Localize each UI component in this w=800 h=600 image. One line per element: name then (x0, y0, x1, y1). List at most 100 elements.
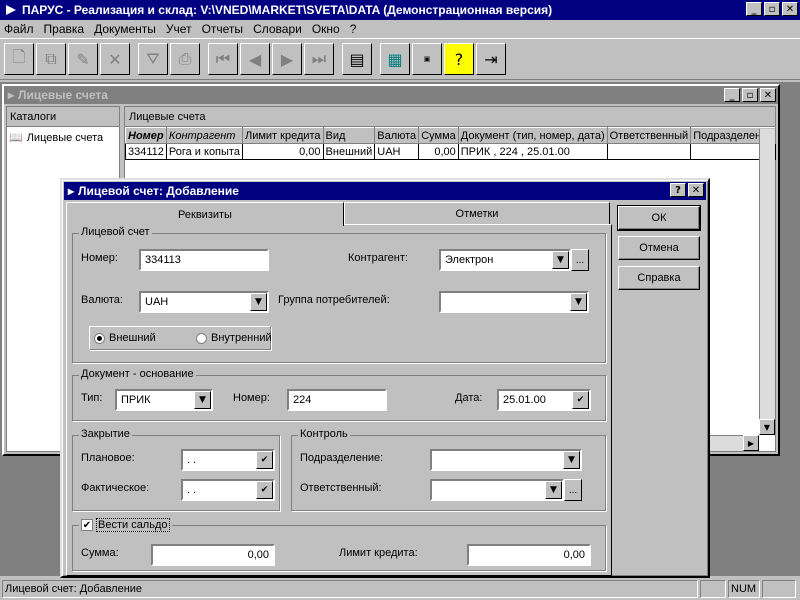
number-field[interactable]: 334113 (139, 249, 269, 271)
app-icon (6, 5, 16, 15)
ok-button[interactable]: ОК (617, 205, 701, 231)
doc-date-field[interactable]: 25.01.00 ✔ (497, 389, 591, 411)
col-number[interactable]: Номер (125, 127, 167, 144)
menu-reports[interactable]: Отчеты (202, 22, 243, 36)
first-record-icon[interactable]: ⏮ (208, 43, 238, 75)
currency-select[interactable]: UAH ▼ (139, 291, 269, 313)
dialog-icon: ▸ (68, 184, 75, 198)
dialog-help-button[interactable]: ? (670, 183, 686, 197)
menu-accounting[interactable]: Учет (166, 22, 192, 36)
edit-icon[interactable]: ✎ (68, 43, 98, 75)
sum-label: Сумма: (81, 547, 119, 559)
next-record-icon[interactable]: ▶ (272, 43, 302, 75)
col-credit-limit[interactable]: Лимит кредита (241, 127, 324, 144)
list-icon[interactable]: ▤ (342, 43, 372, 75)
menu-help[interactable]: ? (350, 22, 357, 36)
chevron-down-icon[interactable]: ▼ (563, 451, 580, 469)
help-button[interactable]: Справка (618, 266, 700, 290)
maximize-button[interactable]: ▫ (764, 2, 780, 16)
calendar-check-icon[interactable]: ✔ (256, 451, 273, 469)
radio-internal-label: Внутренний (211, 332, 272, 344)
menu-documents[interactable]: Документы (94, 22, 156, 36)
menu-dictionaries[interactable]: Словари (253, 22, 302, 36)
col-responsible[interactable]: Ответственный (606, 127, 692, 144)
help-icon[interactable]: ? (444, 43, 474, 75)
planned-date-field[interactable]: . . ✔ (181, 449, 275, 471)
table-row[interactable]: 334112 Рога и копыта 0,00 Внешний UAH 0,… (125, 143, 777, 160)
copy-icon[interactable]: ⧉ (36, 43, 66, 75)
calendar-check-icon[interactable]: ✔ (572, 391, 589, 409)
sum-field[interactable]: 0,00 (151, 544, 275, 566)
calendar-check-icon[interactable]: ✔ (256, 481, 273, 499)
menu-edit[interactable]: Правка (44, 22, 85, 36)
planned-label: Плановое: (81, 452, 135, 464)
dialog-title: Лицевой счет: Добавление (78, 184, 239, 198)
col-kind[interactable]: Вид (322, 127, 376, 144)
chevron-down-icon[interactable]: ▼ (552, 251, 569, 269)
exit-icon[interactable]: ⇥ (476, 43, 506, 75)
col-sum[interactable]: Сумма (418, 127, 459, 144)
delete-icon[interactable]: ✕ (100, 43, 130, 75)
last-record-icon[interactable]: ⏭ (304, 43, 334, 75)
calculator-icon[interactable]: ▦ (380, 43, 410, 75)
tab-marks[interactable]: Отметки (344, 202, 610, 224)
balance-checkbox[interactable]: ✔ Вести сальдо (79, 518, 172, 532)
radio-external[interactable]: Внешний (94, 332, 156, 344)
limit-field[interactable]: 0,00 (467, 544, 591, 566)
division-select[interactable]: ▼ (430, 449, 582, 471)
prev-record-icon[interactable]: ◀ (240, 43, 270, 75)
chevron-down-icon[interactable]: ▼ (570, 293, 587, 311)
print-icon[interactable]: ⎙ (170, 43, 200, 75)
catalogs-header: Каталоги (7, 107, 119, 127)
contractor-select[interactable]: Электрон ▼ (439, 249, 571, 271)
chevron-down-icon[interactable]: ▼ (194, 391, 211, 409)
chevron-down-icon[interactable]: ▼ (545, 481, 562, 499)
consultant-icon[interactable]: ▣ (412, 43, 442, 75)
col-contractor[interactable]: Контрагент (165, 127, 243, 144)
grid-header: Лицевые счета (125, 107, 775, 127)
document-group-label: Документ - основание (79, 368, 196, 380)
dialog-title-bar: ▸ Лицевой счет: Добавление ? ✕ (64, 182, 706, 200)
cancel-button[interactable]: Отмена (618, 236, 700, 260)
tab-requisites[interactable]: Реквизиты (66, 202, 344, 226)
filter-icon[interactable]: ⛛ (138, 43, 168, 75)
division-label: Подразделение: (300, 452, 384, 464)
account-group: Лицевой счет Номер: 334113 Контрагент: Э… (72, 226, 606, 363)
responsible-select[interactable]: ▼ (430, 479, 564, 501)
vertical-scrollbar[interactable]: ▼ (759, 129, 775, 435)
doc-type-select[interactable]: ПРИК ▼ (115, 389, 213, 411)
cell-responsible (606, 143, 692, 160)
menu-bar: Файл Правка Документы Учет Отчеты Словар… (0, 20, 800, 38)
add-account-dialog: ▸ Лицевой счет: Добавление ? ✕ Реквизиты… (60, 178, 710, 578)
consumer-group-select[interactable]: ▼ (439, 291, 589, 313)
col-currency[interactable]: Валюта (374, 127, 420, 144)
responsible-browse-button[interactable]: ... (564, 479, 582, 501)
scroll-right-icon[interactable]: ▶ (743, 435, 759, 451)
doc-number-field[interactable]: 224 (287, 389, 387, 411)
menu-window[interactable]: Окно (312, 22, 340, 36)
cell-sum: 0,00 (418, 143, 459, 160)
requisites-panel: Лицевой счет Номер: 334113 Контрагент: Э… (66, 224, 612, 576)
chevron-down-icon[interactable]: ▼ (250, 293, 267, 311)
control-group: Контроль Подразделение: ▼ Ответственный:… (291, 428, 606, 511)
contractor-browse-button[interactable]: ... (571, 249, 589, 271)
actual-date-field[interactable]: . . ✔ (181, 479, 275, 501)
actual-label: Фактическое: (81, 482, 150, 494)
child-maximize-button[interactable]: ▫ (742, 88, 758, 102)
close-button[interactable]: ✕ (782, 2, 798, 16)
doc-type-value: ПРИК (121, 394, 151, 406)
new-document-icon[interactable]: 🗋 (4, 43, 34, 75)
child-close-button[interactable]: ✕ (760, 88, 776, 102)
child-minimize-button[interactable]: _ (724, 88, 740, 102)
account-kind-group: Внешний Внутренний (89, 326, 272, 350)
menu-file[interactable]: Файл (4, 22, 34, 36)
radio-internal[interactable]: Внутренний (196, 332, 272, 344)
dialog-close-button[interactable]: ✕ (688, 183, 704, 197)
tree-item-accounts[interactable]: 📖 Лицевые счета (7, 127, 119, 148)
toolbar: 🗋 ⧉ ✎ ✕ ⛛ ⎙ ⏮ ◀ ▶ ⏭ ▤ ▦ ▣ ? ⇥ (0, 38, 800, 80)
scroll-down-icon[interactable]: ▼ (759, 419, 775, 435)
minimize-button[interactable]: _ (746, 2, 762, 16)
col-document[interactable]: Документ (тип, номер, дата) (457, 127, 608, 144)
accounts-window-title: ▸ Лицевые счета _ ▫ ✕ (4, 86, 778, 104)
cell-contractor: Рога и копыта (165, 143, 243, 160)
